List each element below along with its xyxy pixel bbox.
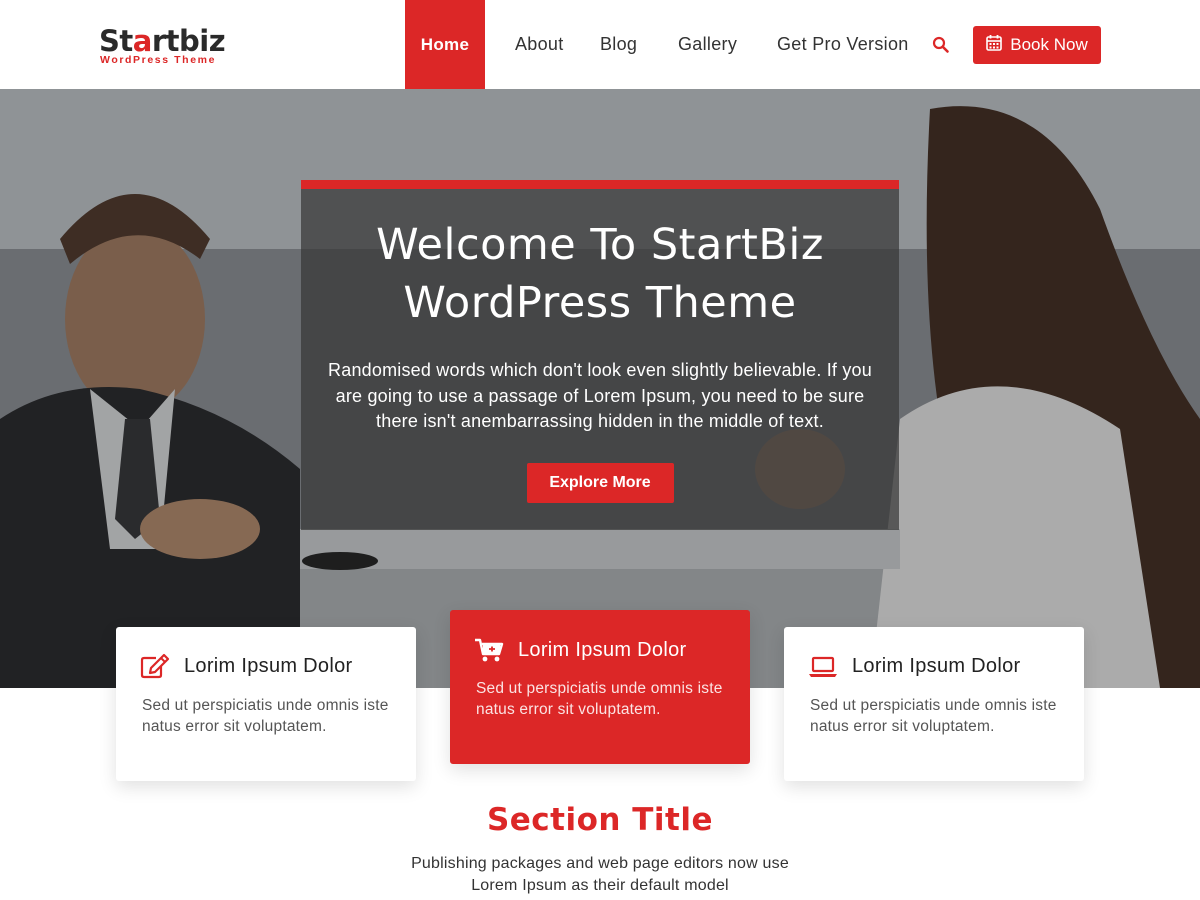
feature-card-header: Lorim Ipsum Dolor [474,637,686,663]
nav-item-get-pro[interactable]: Get Pro Version [777,0,909,89]
hero-title-line-2: WordPress Theme [403,278,797,328]
nav-item-about[interactable]: About [515,0,564,89]
feature-card-title: Lorim Ipsum Dolor [852,654,1021,677]
book-now-label: Book Now [1010,35,1088,54]
feature-card-text: Sed ut perspiciatis unde omnis iste natu… [476,680,723,718]
hero-description: Randomised words which don't look even s… [328,360,872,431]
feature-card-text: Sed ut perspiciatis unde omnis iste natu… [142,697,389,735]
section-title: Section Title [486,802,714,838]
cart-icon [474,637,504,663]
feature-card-text: Sed ut perspiciatis unde omnis iste natu… [810,697,1057,735]
search-icon[interactable] [932,36,950,54]
book-now-button[interactable]: Book Now [973,26,1101,64]
feature-card-title: Lorim Ipsum Dolor [518,638,687,661]
hero-content-box: Welcome To StartBiz WordPress Theme Rand… [301,180,899,530]
laptop-icon [808,653,838,679]
feature-card-highlighted[interactable]: Lorim Ipsum Dolor Sed ut perspiciatis un… [450,610,750,764]
main-nav: Home About Blog Gallery Get Pro Version [405,0,908,89]
hero-title: Welcome To StartBiz WordPress Theme [301,216,899,332]
feature-card[interactable]: Lorim Ipsum Dolor Sed ut perspiciatis un… [116,627,416,781]
feature-card-header: Lorim Ipsum Dolor [808,653,1020,679]
edit-icon [140,653,170,679]
feature-card-header: Lorim Ipsum Dolor [140,653,352,679]
logo-wordmark: Startbiz [99,24,226,58]
feature-card[interactable]: Lorim Ipsum Dolor Sed ut perspiciatis un… [784,627,1084,781]
nav-item-gallery[interactable]: Gallery [678,0,737,89]
explore-more-button[interactable]: Explore More [526,462,674,503]
hero-title-line-1: Welcome To StartBiz [376,220,824,270]
section-description: Publishing packages and web page editors… [411,855,789,894]
feature-card-title: Lorim Ipsum Dolor [184,654,353,677]
site-header: Startbiz WordPress Theme Home About Blog… [0,0,1200,89]
nav-item-home[interactable]: Home [405,0,485,89]
calendar-icon [986,34,1003,56]
nav-item-blog[interactable]: Blog [600,0,637,89]
site-logo[interactable]: Startbiz WordPress Theme [99,26,239,66]
